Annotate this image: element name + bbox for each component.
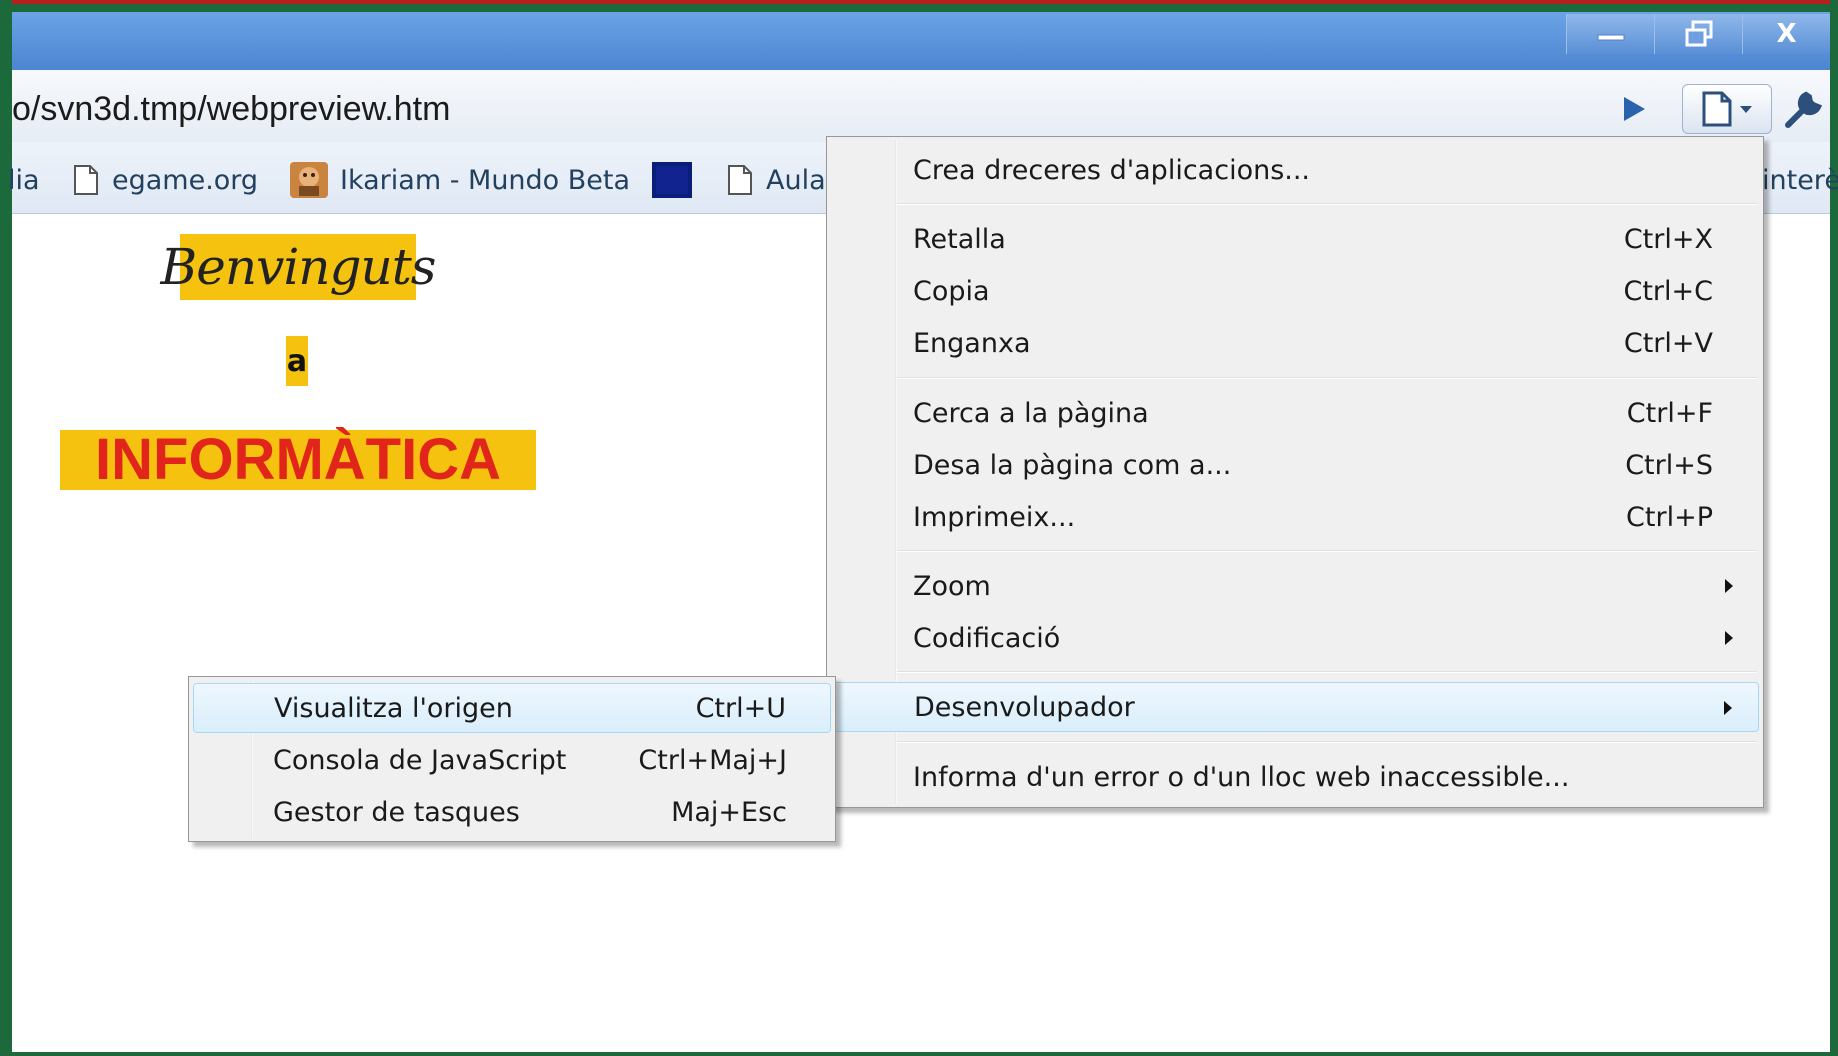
- submenu-item-javascript-console[interactable]: Consola de JavaScript Ctrl+Maj+J: [189, 735, 835, 785]
- page-menu-button[interactable]: [1682, 84, 1772, 134]
- title-bar[interactable]: X: [12, 12, 1830, 70]
- page-icon: [1702, 91, 1732, 127]
- minimize-button[interactable]: [1566, 14, 1654, 54]
- page-icon: [728, 165, 752, 195]
- connector-text: a: [286, 336, 308, 386]
- menu-item-zoom[interactable]: Zoom: [827, 561, 1763, 611]
- minimize-icon: [1597, 34, 1624, 41]
- menu-separator: [897, 671, 1757, 673]
- submenu-item-view-source[interactable]: Visualitza l'origen Ctrl+U: [193, 683, 831, 733]
- window-frame-top: [0, 0, 1838, 12]
- restore-button[interactable]: [1654, 14, 1742, 54]
- menu-separator: [897, 377, 1757, 379]
- browser-toolbar: o/svn3d.tmp/webpreview.htm: [12, 70, 1830, 142]
- page-icon: [74, 165, 98, 195]
- window-controls: X: [1566, 14, 1830, 54]
- welcome-heading: Benvinguts: [161, 234, 436, 300]
- submenu-arrow-icon: [1725, 631, 1733, 645]
- window-frame-right: [1830, 0, 1838, 1056]
- window-frame-bottom: [0, 1052, 1838, 1056]
- developer-submenu: Visualitza l'origen Ctrl+U Consola de Ja…: [188, 676, 836, 842]
- bookmark-item[interactable]: [652, 160, 692, 200]
- menu-separator: [897, 203, 1757, 205]
- address-bar-text[interactable]: o/svn3d.tmp/webpreview.htm: [12, 90, 450, 129]
- bookmark-item[interactable]: Aula: [726, 160, 826, 200]
- bookmark-item[interactable]: egame.org: [72, 160, 258, 200]
- submenu-arrow-icon: [1724, 701, 1732, 715]
- chevron-down-icon: [1740, 106, 1752, 113]
- close-button[interactable]: X: [1742, 14, 1830, 54]
- blue-square-favicon-icon: [652, 162, 692, 198]
- menu-separator: [897, 741, 1757, 743]
- submenu-arrow-icon: [1725, 579, 1733, 593]
- menu-item-cut[interactable]: Retalla Ctrl+X: [827, 214, 1763, 264]
- close-icon: X: [1776, 19, 1797, 49]
- wrench-icon: [1785, 91, 1823, 128]
- informatica-heading: INFORMÀTICA: [60, 430, 536, 490]
- page-context-menu: Crea dreceres d'aplicacions... Retalla C…: [826, 136, 1764, 808]
- go-button[interactable]: [1608, 86, 1660, 132]
- ikariam-favicon-icon: [290, 162, 328, 198]
- bookmark-item[interactable]: Ikariam - Mundo Beta: [290, 160, 630, 200]
- menu-item-paste[interactable]: Enganxa Ctrl+V: [827, 318, 1763, 368]
- restore-icon: [1685, 20, 1712, 47]
- menu-item-developer[interactable]: Desenvolupador: [831, 682, 1759, 732]
- menu-item-report-issue[interactable]: Informa d'un error o d'un lloc web inacc…: [827, 752, 1763, 802]
- submenu-item-task-manager[interactable]: Gestor de tasques Maj+Esc: [189, 787, 835, 837]
- menu-item-encoding[interactable]: Codificació: [827, 613, 1763, 663]
- menu-item-find[interactable]: Cerca a la pàgina Ctrl+F: [827, 388, 1763, 438]
- bookmark-item[interactable]: interè: [1762, 160, 1838, 200]
- menu-item-copy[interactable]: Copia Ctrl+C: [827, 266, 1763, 316]
- menu-separator: [897, 550, 1757, 552]
- menu-item-save-page[interactable]: Desa la pàgina com a... Ctrl+S: [827, 440, 1763, 490]
- bookmark-item[interactable]: lia: [8, 160, 40, 200]
- window-frame-left: [0, 0, 12, 1056]
- menu-item-print[interactable]: Imprimeix... Ctrl+P: [827, 492, 1763, 542]
- play-icon: [1624, 97, 1645, 121]
- tools-menu-button[interactable]: [1782, 86, 1838, 132]
- menu-item-create-shortcuts[interactable]: Crea dreceres d'aplicacions...: [827, 145, 1763, 195]
